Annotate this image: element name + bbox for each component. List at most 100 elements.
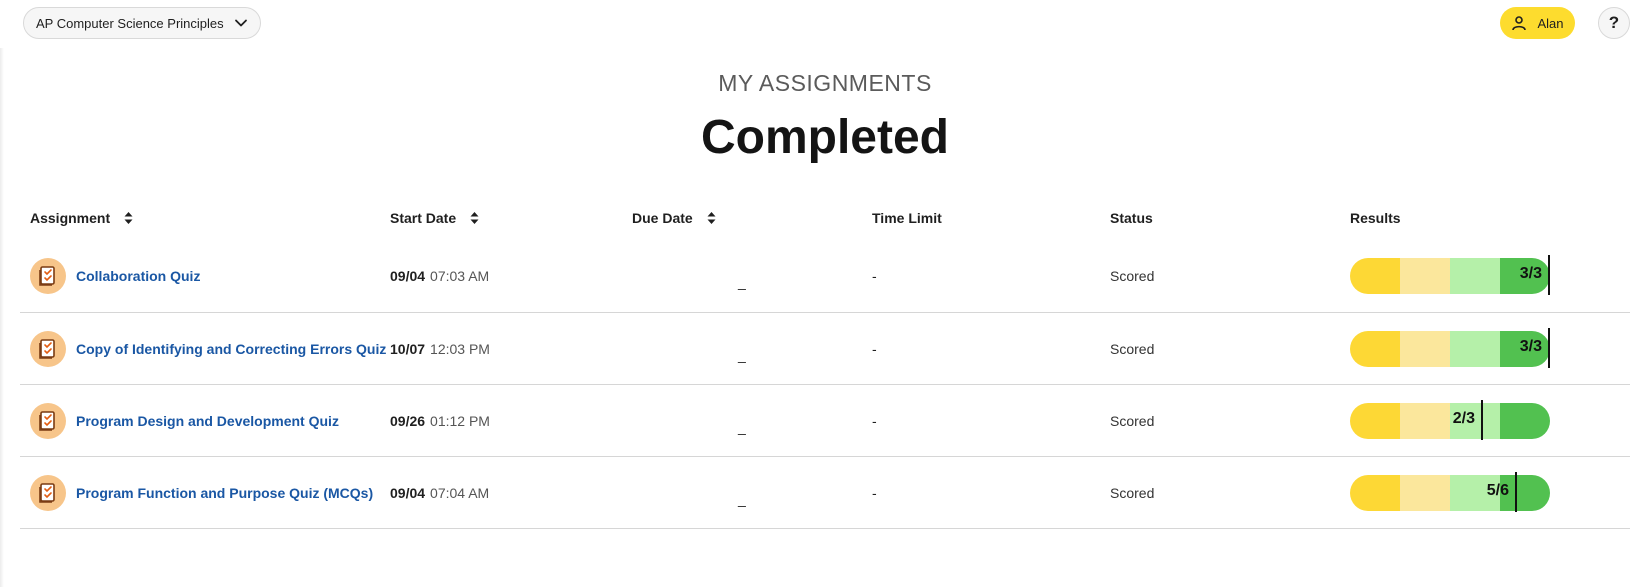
user-name: Alan (1537, 15, 1564, 31)
sort-icon[interactable] (124, 211, 133, 225)
start-date: 09/04 (390, 268, 426, 284)
due-date-value: _ (738, 418, 746, 435)
due-date-cell: _ (738, 457, 746, 528)
time-limit-cell: - (872, 313, 877, 384)
quiz-icon (30, 258, 66, 294)
time-limit-value: - (872, 268, 877, 284)
results-bar[interactable]: 2/3 (1350, 399, 1560, 441)
start-time: 01:12 PM (430, 412, 490, 429)
quiz-icon (30, 474, 66, 511)
score-label: 2/3 (1452, 409, 1475, 427)
status-value: Scored (1110, 484, 1155, 501)
course-selector-label: AP Computer Science Principles (36, 15, 224, 31)
status-cell: Scored (1110, 385, 1154, 456)
bar-segment-yellow (1350, 330, 1400, 367)
results-bar-track (1350, 402, 1550, 439)
assignment-cell: Copy of Identifying and Correcting Error… (30, 313, 386, 384)
time-limit-value: - (872, 340, 877, 357)
due-date-value: _ (738, 346, 746, 363)
table-row: Program Design and Development Quiz 09/2… (20, 385, 1630, 457)
assignment-link[interactable]: Copy of Identifying and Correcting Error… (76, 341, 386, 357)
bar-segment-light-yellow (1400, 258, 1450, 294)
column-time-limit-label: Time Limit (872, 210, 942, 226)
due-date-cell: _ (738, 240, 746, 312)
bar-segment-yellow (1350, 258, 1400, 294)
start-time: 12:03 PM (430, 340, 490, 357)
status-value: Scored (1110, 412, 1155, 429)
start-date-cell: 09/26 01:12 PM (390, 385, 490, 456)
status-cell: Scored (1110, 313, 1154, 384)
assignment-link[interactable]: Collaboration Quiz (76, 268, 200, 284)
results-cell: 3/3 (1350, 313, 1560, 384)
help-icon: ? (1608, 13, 1620, 32)
column-due-date-label: Due Date (632, 210, 693, 226)
table-body: Collaboration Quiz 09/04 07:03 AM _ - Sc… (20, 240, 1630, 529)
assignment-cell: Program Design and Development Quiz (30, 385, 339, 456)
status-cell: Scored (1110, 240, 1154, 312)
results-bar[interactable]: 3/3 (1350, 327, 1560, 369)
score-label: 5/6 (1486, 481, 1509, 499)
time-limit-value: - (872, 484, 877, 501)
column-status-label: Status (1110, 210, 1153, 226)
sort-icon[interactable] (470, 211, 479, 225)
time-limit-cell: - (872, 240, 877, 312)
table-row: Collaboration Quiz 09/04 07:03 AM _ - Sc… (20, 240, 1630, 313)
start-date-cell: 10/07 12:03 PM (390, 313, 490, 384)
column-assignment[interactable]: Assignment (30, 210, 133, 226)
user-menu-button[interactable]: Alan (1500, 7, 1575, 39)
results-cell: 2/3 (1350, 385, 1560, 456)
chevron-down-icon (234, 19, 247, 27)
column-due-date[interactable]: Due Date (632, 210, 716, 226)
assignment-cell: Collaboration Quiz (30, 240, 200, 312)
course-selector[interactable]: AP Computer Science Principles (23, 7, 261, 39)
score-marker (1515, 471, 1517, 512)
score-label: 3/3 (1519, 337, 1542, 355)
score-marker (1481, 399, 1483, 440)
user-icon (1512, 16, 1527, 31)
score-marker (1548, 327, 1550, 368)
assignment-link[interactable]: Program Function and Purpose Quiz (MCQs) (76, 485, 373, 501)
results-bar-track (1350, 474, 1550, 511)
bar-segment-light-green (1450, 258, 1500, 294)
start-date: 09/04 (390, 484, 426, 501)
start-time: 07:03 AM (430, 268, 490, 284)
start-date: 10/07 (390, 340, 426, 357)
page-title: Completed (700, 111, 949, 164)
assignment-cell: Program Function and Purpose Quiz (MCQs) (30, 457, 373, 528)
status-cell: Scored (1110, 457, 1154, 528)
table-row: Copy of Identifying and Correcting Error… (20, 313, 1630, 385)
start-time: 07:04 AM (430, 484, 490, 501)
bar-segment-light-yellow (1400, 330, 1450, 367)
score-label: 3/3 (1519, 265, 1542, 282)
page-eyebrow: MY ASSIGNMENTS (718, 70, 932, 96)
assignments-table: Assignment Start Date Due Date Time Limi… (20, 198, 1630, 529)
due-date-cell: _ (738, 385, 746, 456)
help-button[interactable]: ? (1598, 7, 1630, 39)
assignment-link[interactable]: Program Design and Development Quiz (76, 413, 339, 429)
column-start-date[interactable]: Start Date (390, 210, 479, 226)
bar-segment-light-yellow (1400, 474, 1450, 511)
table-header: Assignment Start Date Due Date Time Limi… (20, 198, 1630, 240)
results-bar[interactable]: 3/3 (1350, 255, 1560, 296)
column-status: Status (1110, 210, 1153, 226)
start-date: 09/26 (390, 412, 426, 429)
bar-segment-yellow (1350, 474, 1400, 511)
bar-segment-light-yellow (1400, 402, 1450, 439)
quiz-icon (30, 330, 66, 367)
time-limit-value: - (872, 412, 877, 429)
results-cell: 3/3 (1350, 240, 1560, 312)
status-value: Scored (1110, 268, 1155, 284)
time-limit-cell: - (872, 457, 877, 528)
status-value: Scored (1110, 340, 1155, 357)
bar-segment-yellow (1350, 402, 1400, 439)
quiz-icon (30, 402, 66, 439)
bar-segment-light-green (1450, 330, 1500, 367)
due-date-value: _ (738, 490, 746, 507)
sort-icon[interactable] (707, 211, 716, 225)
results-bar[interactable]: 5/6 (1350, 471, 1560, 513)
column-time-limit: Time Limit (872, 210, 942, 226)
score-marker (1548, 255, 1550, 295)
assignments-page: AP Computer Science Principles Alan ? MY… (0, 0, 1650, 587)
due-date-cell: _ (738, 313, 746, 384)
start-date-cell: 09/04 07:03 AM (390, 240, 489, 312)
